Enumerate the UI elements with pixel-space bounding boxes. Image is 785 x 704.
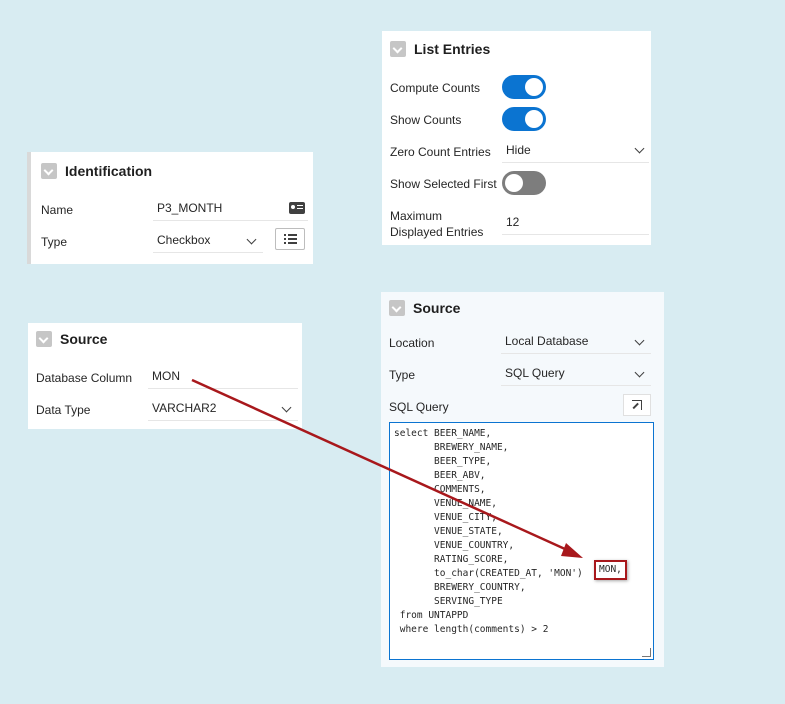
source-right-header[interactable]: Source <box>389 296 460 320</box>
maximum-displayed-entries-field[interactable]: 12 <box>502 215 649 235</box>
database-column-label: Database Column <box>36 371 133 385</box>
name-label: Name <box>41 203 74 217</box>
collapse-icon[interactable] <box>389 300 405 316</box>
highlighted-alias: MON, <box>594 560 627 580</box>
identification-panel: Identification Name P3_MONTH Type Checkb… <box>27 152 313 264</box>
collapse-icon[interactable] <box>36 331 52 347</box>
identification-header[interactable]: Identification <box>41 163 152 179</box>
displayed-entries-label: Displayed Entries <box>390 225 484 239</box>
zero-count-entries-label: Zero Count Entries <box>390 145 491 159</box>
compute-counts-toggle[interactable] <box>502 75 546 99</box>
source-left-title: Source <box>60 331 108 347</box>
resize-handle-icon[interactable] <box>642 648 651 657</box>
list-entries-title: List Entries <box>414 41 491 57</box>
type-label: Type <box>41 235 68 249</box>
screenshot-canvas: { "identification": { "title": "Identifi… <box>0 0 785 704</box>
location-select[interactable]: Local Database <box>501 334 651 354</box>
source-left-header[interactable]: Source <box>36 331 107 347</box>
type-label: Type <box>389 368 416 382</box>
sql-query-label: SQL Query <box>389 400 449 414</box>
identification-title: Identification <box>65 163 153 179</box>
sql-query-text: select BEER_NAME, BREWERY_NAME, BEER_TYP… <box>394 428 583 635</box>
compute-counts-label: Compute Counts <box>390 81 481 95</box>
show-selected-first-label: Show Selected First <box>390 177 497 191</box>
source-right-title: Source <box>413 300 461 316</box>
type-select[interactable]: SQL Query <box>501 366 651 386</box>
source-sql-panel: Source Location Local Database Type SQL … <box>381 292 664 667</box>
show-counts-label: Show Counts <box>390 113 462 127</box>
list-icon[interactable] <box>275 228 305 250</box>
collapse-icon[interactable] <box>41 163 57 179</box>
id-card-icon[interactable] <box>289 202 305 214</box>
list-entries-header[interactable]: List Entries <box>390 41 490 57</box>
data-type-select[interactable]: VARCHAR2 <box>148 401 298 421</box>
data-type-label: Data Type <box>36 403 91 417</box>
show-selected-first-toggle[interactable] <box>502 171 546 195</box>
source-column-panel: Source Database Column MON Data Type VAR… <box>28 323 302 429</box>
location-label: Location <box>389 336 435 350</box>
type-select[interactable]: Checkbox <box>153 233 263 253</box>
sql-query-editor[interactable]: select BEER_NAME, BREWERY_NAME, BEER_TYP… <box>389 422 654 660</box>
show-counts-toggle[interactable] <box>502 107 546 131</box>
list-entries-panel: List Entries Compute Counts Show Counts … <box>382 31 651 245</box>
database-column-field[interactable]: MON <box>148 369 298 389</box>
maximum-label: Maximum <box>390 209 443 223</box>
name-field[interactable]: P3_MONTH <box>153 201 308 221</box>
collapse-icon[interactable] <box>390 41 406 57</box>
zero-count-entries-select[interactable]: Hide <box>502 143 649 163</box>
expand-icon[interactable] <box>623 394 651 416</box>
